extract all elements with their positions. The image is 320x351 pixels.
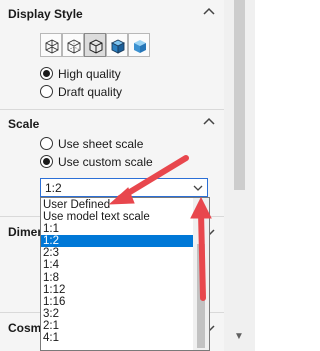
dropdown-item[interactable]: 2:3 [41, 247, 193, 259]
scale-title: Scale [8, 117, 40, 131]
dropdown-item[interactable]: 1:8 [41, 272, 193, 284]
hidden-lines-visible-icon [67, 39, 81, 54]
radio-circle[interactable] [40, 137, 53, 150]
use-sheet-scale-label: Use sheet scale [58, 137, 144, 151]
radio-circle[interactable] [40, 85, 53, 98]
high-quality-label: High quality [58, 67, 121, 81]
dropdown-item[interactable]: 3:2 [41, 308, 193, 320]
dropdown-item[interactable]: 1:16 [41, 296, 193, 308]
wireframe-button[interactable] [40, 33, 62, 57]
chevron-up-icon[interactable] [202, 115, 216, 129]
scale-select[interactable]: 1:2 [40, 178, 208, 197]
panel-scrollbar[interactable]: ▼ [224, 0, 255, 351]
dropdown-item[interactable]: 1:4 [41, 259, 193, 271]
shaded-button[interactable] [128, 33, 150, 57]
dropdown-scroll-thumb[interactable] [197, 244, 205, 348]
hidden-lines-removed-button[interactable] [84, 33, 106, 57]
property-panel: Display Style High quality Draft quality… [0, 0, 224, 351]
hidden-lines-visible-button[interactable] [62, 33, 84, 57]
dropdown-item[interactable]: User Defined [41, 199, 193, 211]
shaded-icon [134, 40, 146, 53]
chevron-down-icon[interactable] [193, 183, 203, 193]
scale-header[interactable]: Scale [0, 110, 224, 136]
draft-quality-label: Draft quality [58, 85, 123, 99]
dropdown-item[interactable]: 1:12 [41, 284, 193, 296]
chevron-up-icon[interactable] [202, 5, 216, 19]
dropdown-item[interactable]: 1:1 [41, 223, 193, 235]
dropdown-item[interactable]: 1:2 [41, 235, 193, 248]
radio-circle[interactable] [40, 67, 53, 80]
dropdown-item[interactable]: 2:1 [41, 320, 193, 332]
hidden-lines-removed-icon [89, 39, 103, 54]
panel-scroll-thumb[interactable] [234, 0, 245, 190]
display-style-title: Display Style [8, 7, 83, 21]
shaded-with-edges-icon [110, 39, 126, 54]
dropdown-scrollbar[interactable] [193, 198, 209, 350]
chevron-up-icon[interactable] [196, 202, 206, 210]
wireframe-icon [45, 39, 59, 54]
dropdown-item[interactable]: 4:1 [41, 332, 193, 344]
shaded-with-edges-button[interactable] [106, 33, 128, 57]
scale-dropdown-list[interactable]: User Defined Use model text scale 1:1 1:2 2:… [40, 197, 210, 351]
use-custom-scale-label: Use custom scale [58, 155, 153, 169]
chevron-down-icon[interactable]: ▼ [232, 330, 246, 344]
radio-circle[interactable] [40, 155, 53, 168]
scale-select-value: 1:2 [45, 181, 62, 195]
dropdown-item[interactable]: Use model text scale [41, 211, 193, 223]
display-style-header[interactable]: Display Style [0, 0, 224, 26]
dropdown-items: User Defined Use model text scale 1:1 1:2 2:… [41, 199, 193, 344]
